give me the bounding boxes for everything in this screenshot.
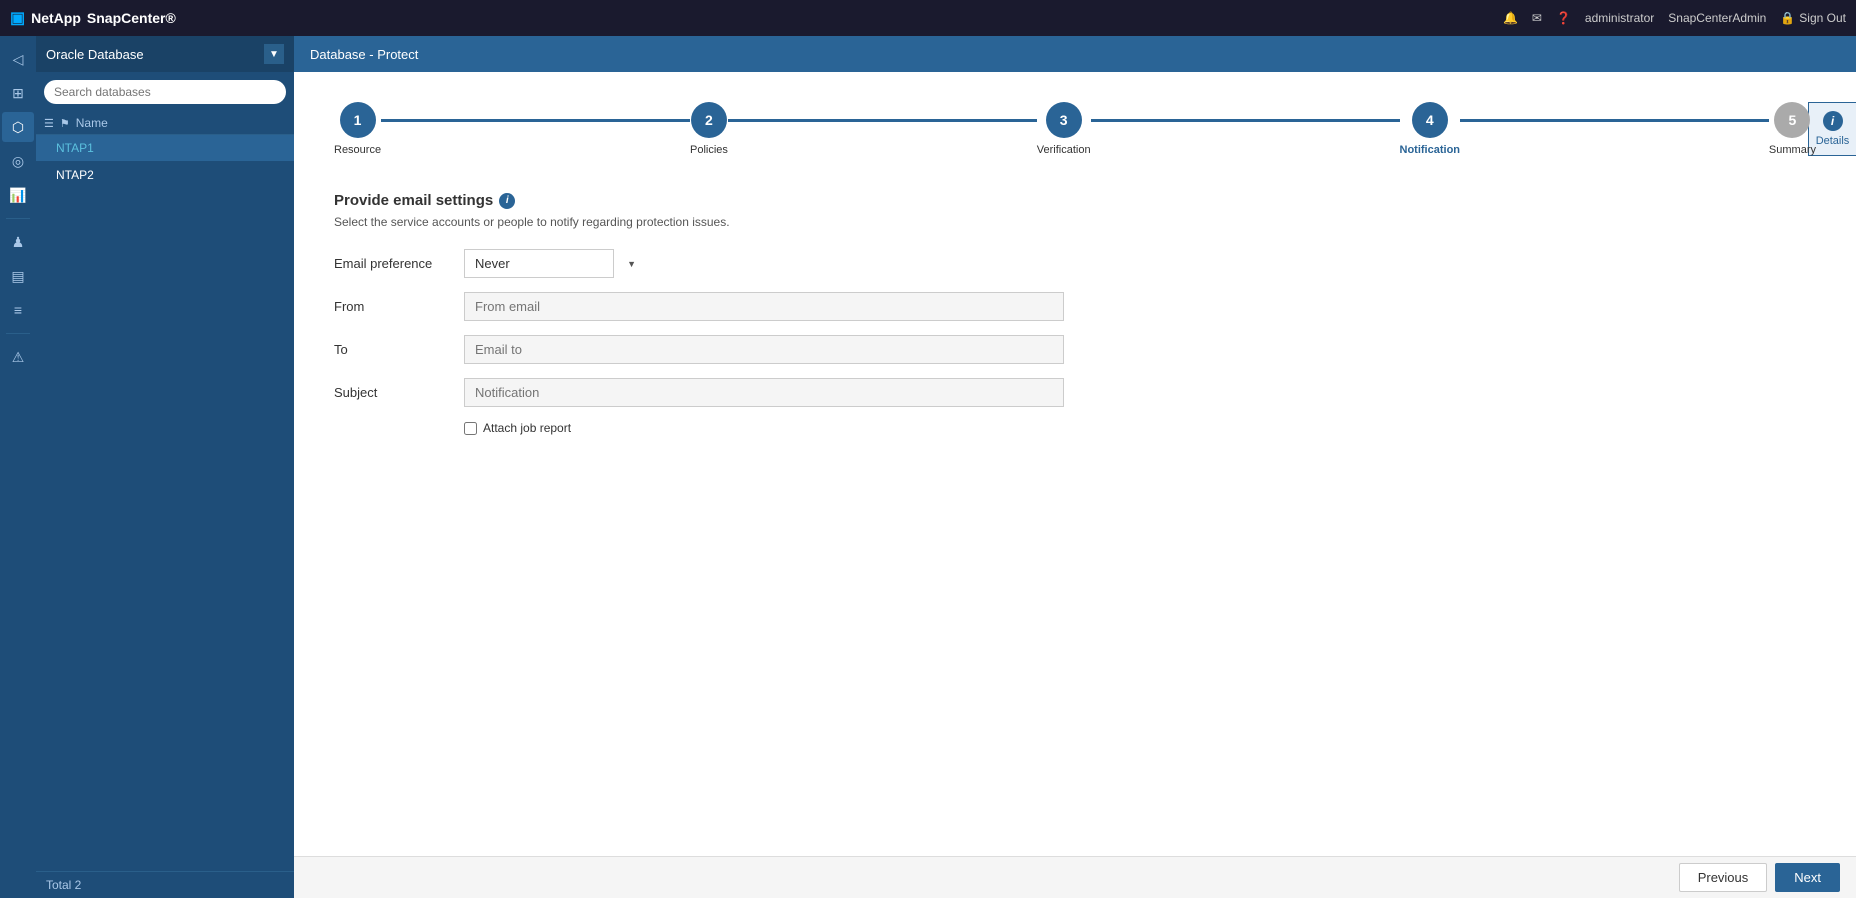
flag-icon[interactable]: ⚑	[60, 117, 70, 130]
panel-dropdown-button[interactable]: ▼	[264, 44, 284, 64]
panel-title: Oracle Database	[46, 47, 144, 62]
bell-icon[interactable]: 🔔	[1503, 11, 1518, 25]
panel-footer: Total 2	[36, 871, 294, 898]
total-count: Total 2	[46, 878, 81, 892]
wizard-step-3: 3 Verification	[1037, 102, 1091, 156]
attach-job-report-checkbox[interactable]	[464, 422, 477, 435]
step-label-2: Policies	[690, 144, 728, 156]
attach-job-report-row: Attach job report	[464, 421, 1816, 435]
form-title: Provide email settings i	[334, 192, 1816, 209]
help-icon[interactable]: ❓	[1556, 11, 1571, 25]
step-label-5: Summary	[1769, 144, 1816, 156]
step-circle-4: 4	[1412, 102, 1448, 138]
netapp-logo-icon: ▣	[10, 8, 25, 28]
icon-sidebar: ◁ ⊞ ⬡ ◎ 📊 ♟ ▤ ≡ ⚠	[0, 36, 36, 898]
left-panel-header: Oracle Database ▼	[36, 36, 294, 72]
email-settings-form: Provide email settings i Select the serv…	[334, 192, 1816, 435]
content-header: Database - Protect	[294, 36, 1856, 72]
form-info-icon[interactable]: i	[499, 193, 515, 209]
step-connector-1-2	[381, 119, 690, 122]
subject-label: Subject	[334, 385, 464, 400]
account-label: SnapCenterAdmin	[1668, 11, 1766, 25]
nav-divider-2	[6, 333, 30, 334]
nav-back-icon[interactable]: ◁	[2, 44, 34, 74]
user-label[interactable]: administrator	[1585, 11, 1654, 25]
email-preference-select[interactable]: Never Always On Failure On Failure or Wa…	[464, 249, 614, 278]
nav-chart-icon[interactable]: 📊	[2, 180, 34, 210]
product-name: SnapCenter®	[87, 10, 176, 26]
step-label-4: Notification	[1400, 144, 1461, 156]
wizard-step-1: 1 Resource	[334, 102, 381, 156]
filter-icon[interactable]: ☰	[44, 117, 54, 130]
nav-warning-icon[interactable]: ⚠	[2, 342, 34, 372]
email-preference-select-wrapper: Never Always On Failure On Failure or Wa…	[464, 249, 644, 278]
search-input[interactable]	[44, 80, 286, 104]
mail-icon[interactable]: ✉	[1532, 11, 1542, 25]
name-column-header: Name	[76, 116, 108, 130]
to-row: To	[334, 335, 1816, 364]
content-title: Database - Protect	[310, 47, 418, 62]
table-row[interactable]: NTAP2	[36, 162, 294, 189]
nav-settings-icon[interactable]: ≡	[2, 295, 34, 325]
email-preference-row: Email preference Never Always On Failure…	[334, 249, 1816, 278]
left-panel: Oracle Database ▼ ☰ ⚑ Name NTAP1 NTAP2 T…	[36, 36, 294, 898]
row-name: NTAP2	[56, 168, 94, 182]
wizard-step-5: 5 Summary	[1769, 102, 1816, 156]
step-circle-3: 3	[1046, 102, 1082, 138]
topbar: ▣ NetApp SnapCenter® 🔔 ✉ ❓ administrator…	[0, 0, 1856, 36]
nav-divider	[6, 218, 30, 219]
nav-people-icon[interactable]: ♟	[2, 227, 34, 257]
step-connector-3-4	[1091, 119, 1400, 122]
step-circle-5: 5	[1774, 102, 1810, 138]
step-connector-2-3	[728, 119, 1037, 122]
subject-input[interactable]	[464, 378, 1064, 407]
details-info-icon: i	[1823, 111, 1843, 131]
from-label: From	[334, 299, 464, 314]
step-label-3: Verification	[1037, 144, 1091, 156]
table-row[interactable]: NTAP1	[36, 135, 294, 162]
attach-job-report-label: Attach job report	[483, 421, 571, 435]
row-name: NTAP1	[56, 141, 94, 155]
right-content: Database - Protect i Details 1 Resource	[294, 36, 1856, 898]
subject-row: Subject	[334, 378, 1816, 407]
email-preference-label: Email preference	[334, 256, 464, 271]
step-circle-1: 1	[340, 102, 376, 138]
step-connector-4-5	[1460, 119, 1769, 122]
next-button[interactable]: Next	[1775, 863, 1840, 892]
nav-shield-icon[interactable]: ⬡	[2, 112, 34, 142]
wizard-step-4: 4 Notification	[1400, 102, 1461, 156]
to-email-input[interactable]	[464, 335, 1064, 364]
wizard-step-2: 2 Policies	[690, 102, 728, 156]
database-list: NTAP1 NTAP2	[36, 135, 294, 871]
to-label: To	[334, 342, 464, 357]
details-label: Details	[1816, 135, 1850, 147]
table-header: ☰ ⚑ Name	[36, 112, 294, 135]
nav-ranking-icon[interactable]: ▤	[2, 261, 34, 291]
signout-button[interactable]: 🔒 Sign Out	[1780, 11, 1846, 25]
wizard-steps: 1 Resource 2 Policies 3 Verification	[334, 102, 1816, 156]
wizard-area: 1 Resource 2 Policies 3 Verification	[294, 72, 1856, 856]
bottom-bar: Previous Next	[294, 856, 1856, 898]
app-name: NetApp	[31, 10, 81, 26]
app-logo: ▣ NetApp SnapCenter®	[10, 8, 176, 28]
from-email-input[interactable]	[464, 292, 1064, 321]
search-area	[36, 72, 294, 112]
previous-button[interactable]: Previous	[1679, 863, 1768, 892]
step-circle-2: 2	[691, 102, 727, 138]
from-row: From	[334, 292, 1816, 321]
nav-globe-icon[interactable]: ◎	[2, 146, 34, 176]
nav-grid-icon[interactable]: ⊞	[2, 78, 34, 108]
content-wrapper: Database - Protect i Details 1 Resource	[294, 36, 1856, 898]
form-subtitle: Select the service accounts or people to…	[334, 215, 1816, 229]
signout-icon: 🔒	[1780, 11, 1795, 25]
step-label-1: Resource	[334, 144, 381, 156]
